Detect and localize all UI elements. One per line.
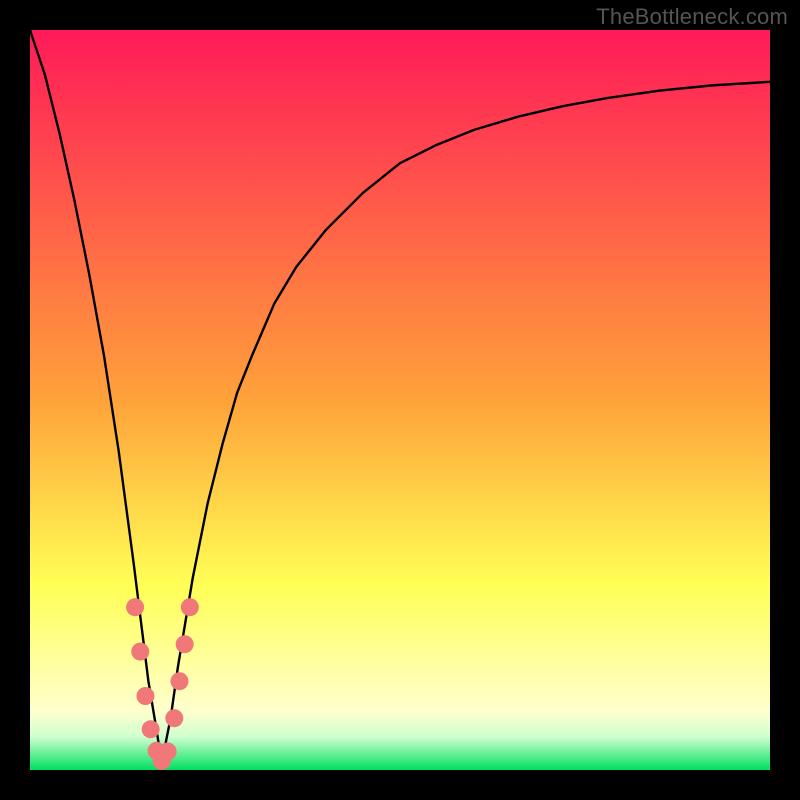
watermark-label: TheBottleneck.com	[596, 4, 788, 30]
scatter-dot	[126, 598, 144, 616]
scatter-dot	[159, 743, 177, 761]
scatter-dot	[136, 687, 154, 705]
plot-area	[30, 30, 770, 770]
scatter-dot	[142, 720, 160, 738]
scatter-dot	[181, 598, 199, 616]
chart-svg	[30, 30, 770, 770]
scatter-dot	[170, 672, 188, 690]
scatter-dot	[165, 709, 183, 727]
scatter-dot	[176, 635, 194, 653]
chart-frame: TheBottleneck.com	[0, 0, 800, 800]
scatter-dot	[131, 643, 149, 661]
